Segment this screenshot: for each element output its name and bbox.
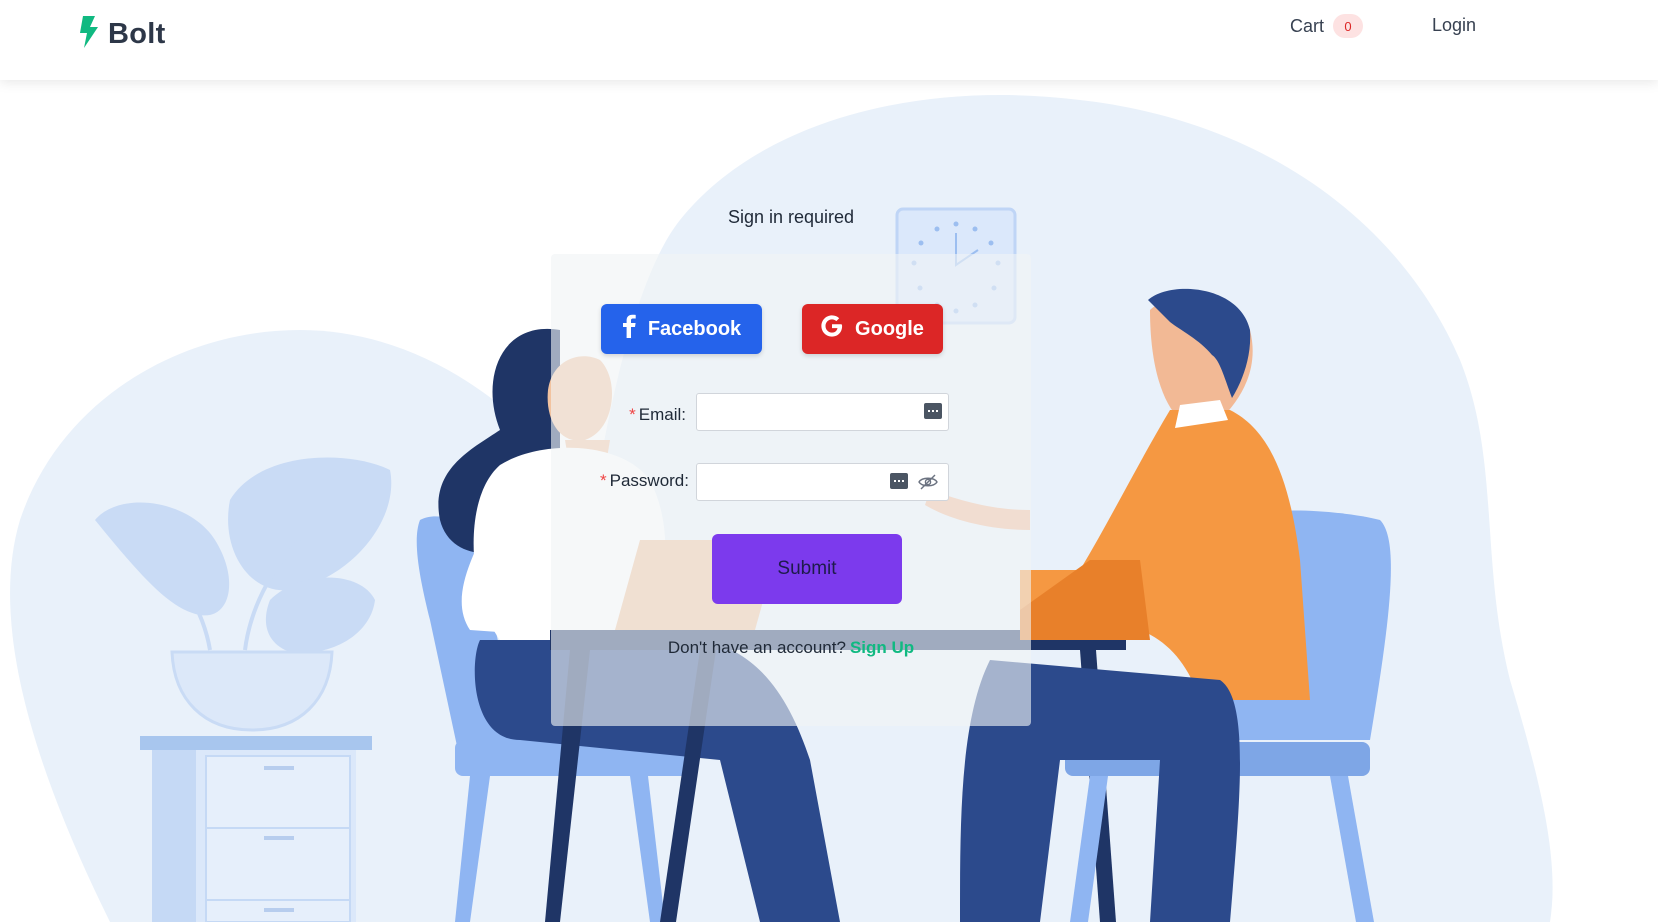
brand-logo[interactable]: Bolt [78, 16, 166, 53]
form-title: Sign in required [727, 207, 855, 227]
password-required-mark: * [600, 471, 607, 490]
password-field[interactable] [696, 463, 949, 501]
submit-button[interactable]: Submit [712, 534, 902, 604]
lightning-bolt-icon [78, 16, 100, 53]
password-input[interactable] [697, 464, 867, 500]
email-input[interactable] [697, 394, 897, 430]
cart-link[interactable]: Cart 0 [1290, 14, 1364, 38]
eye-slash-icon[interactable] [918, 473, 938, 491]
email-field[interactable] [696, 393, 949, 431]
cart-count-badge: 0 [1333, 14, 1364, 38]
password-label: * Password: [600, 471, 689, 490]
google-icon [821, 315, 843, 343]
top-navbar: Bolt Cart 0 Login [0, 0, 1658, 80]
google-login-button[interactable]: Google [802, 304, 943, 354]
signup-link[interactable]: Sign Up [850, 638, 914, 657]
email-label: * Email: [629, 405, 686, 424]
facebook-label: Facebook [647, 317, 742, 340]
email-required-mark: * [629, 405, 636, 424]
keyboard-icon[interactable] [924, 403, 942, 419]
facebook-login-button[interactable]: Facebook [601, 304, 762, 354]
brand-name: Bolt [108, 18, 166, 50]
keyboard-icon[interactable] [890, 473, 908, 489]
google-label: Google [855, 317, 924, 340]
signin-card: Facebook Google * Email: * Password: Submi… [551, 254, 1031, 726]
login-link[interactable]: Login [1432, 15, 1476, 36]
cart-label: Cart [1290, 15, 1325, 36]
signup-prompt: Don't have an account? Sign Up [551, 638, 1031, 658]
facebook-icon [622, 314, 636, 344]
no-account-text: Don't have an account? [667, 638, 846, 657]
